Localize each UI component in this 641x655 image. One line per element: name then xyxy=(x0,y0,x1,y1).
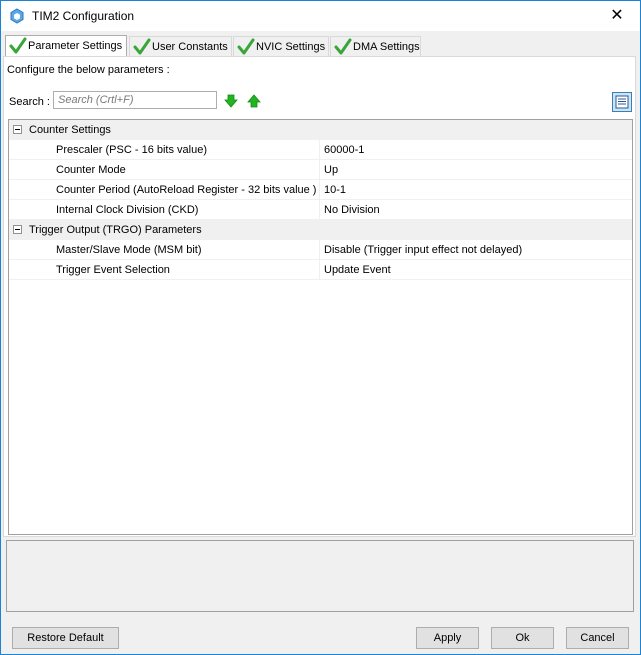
search-input[interactable] xyxy=(53,91,217,109)
configure-instructions: Configure the below parameters : xyxy=(7,64,170,76)
param-value[interactable]: 10-1 xyxy=(319,180,632,199)
param-row[interactable]: Counter Period (AutoReload Register - 32… xyxy=(9,180,632,200)
param-row[interactable]: Internal Clock Division (CKD) No Divisio… xyxy=(9,200,632,220)
cancel-button[interactable]: Cancel xyxy=(566,627,629,649)
ok-button[interactable]: Ok xyxy=(491,627,554,649)
dialog-window: TIM2 Configuration ✕ Parameter Settings … xyxy=(0,0,641,655)
param-name: Master/Slave Mode (MSM bit) xyxy=(56,244,202,256)
collapse-toggle-icon[interactable] xyxy=(13,125,22,134)
tab-label: NVIC Settings xyxy=(256,41,326,53)
tab-dma-settings[interactable]: DMA Settings xyxy=(330,36,421,56)
param-row[interactable]: Prescaler (PSC - 16 bits value) 60000-1 xyxy=(9,140,632,160)
collapse-toggle-icon[interactable] xyxy=(13,225,22,234)
tab-label: Parameter Settings xyxy=(28,40,123,52)
parameter-grid: Counter Settings Prescaler (PSC - 16 bit… xyxy=(8,119,633,535)
tab-label: DMA Settings xyxy=(353,41,420,53)
parameter-settings-panel: Configure the below parameters : Search … xyxy=(3,56,636,537)
group-label: Counter Settings xyxy=(29,124,111,136)
param-value[interactable]: Up xyxy=(319,160,632,179)
app-cube-icon xyxy=(10,8,24,24)
window-title: TIM2 Configuration xyxy=(32,9,135,23)
apply-button[interactable]: Apply xyxy=(416,627,479,649)
group-row-counter-settings[interactable]: Counter Settings xyxy=(9,120,632,140)
green-up-arrow-icon[interactable] xyxy=(247,94,261,108)
param-row[interactable]: Trigger Event Selection Update Event xyxy=(9,260,632,280)
param-name: Internal Clock Division (CKD) xyxy=(56,204,199,216)
param-value[interactable]: Disable (Trigger input effect not delaye… xyxy=(319,240,632,259)
param-name: Counter Mode xyxy=(56,164,126,176)
group-label: Trigger Output (TRGO) Parameters xyxy=(29,224,202,236)
list-view-button[interactable] xyxy=(612,92,632,112)
group-row-trigger-output[interactable]: Trigger Output (TRGO) Parameters xyxy=(9,220,632,240)
list-view-icon xyxy=(615,95,629,109)
title-bar: TIM2 Configuration ✕ xyxy=(1,1,640,31)
tab-user-constants[interactable]: User Constants xyxy=(129,36,232,56)
param-value[interactable]: Update Event xyxy=(319,260,632,279)
param-value[interactable]: 60000-1 xyxy=(319,140,632,159)
param-name: Counter Period (AutoReload Register - 32… xyxy=(56,184,317,196)
param-name: Trigger Event Selection xyxy=(56,264,170,276)
close-icon: ✕ xyxy=(610,7,624,24)
green-down-arrow-icon[interactable] xyxy=(224,94,238,108)
param-row[interactable]: Master/Slave Mode (MSM bit) Disable (Tri… xyxy=(9,240,632,260)
tab-parameter-settings[interactable]: Parameter Settings xyxy=(5,35,127,57)
description-panel xyxy=(6,540,634,612)
green-check-icon xyxy=(9,37,27,54)
restore-default-button[interactable]: Restore Default xyxy=(12,627,119,649)
param-name: Prescaler (PSC - 16 bits value) xyxy=(56,144,207,156)
green-check-icon xyxy=(133,38,151,55)
tab-label: User Constants xyxy=(152,41,228,53)
close-button[interactable]: ✕ xyxy=(594,1,640,31)
tab-nvic-settings[interactable]: NVIC Settings xyxy=(233,36,329,56)
param-row[interactable]: Counter Mode Up xyxy=(9,160,632,180)
green-check-icon xyxy=(334,38,352,55)
param-value[interactable]: No Division xyxy=(319,200,632,219)
green-check-icon xyxy=(237,38,255,55)
search-label: Search : xyxy=(9,96,50,108)
